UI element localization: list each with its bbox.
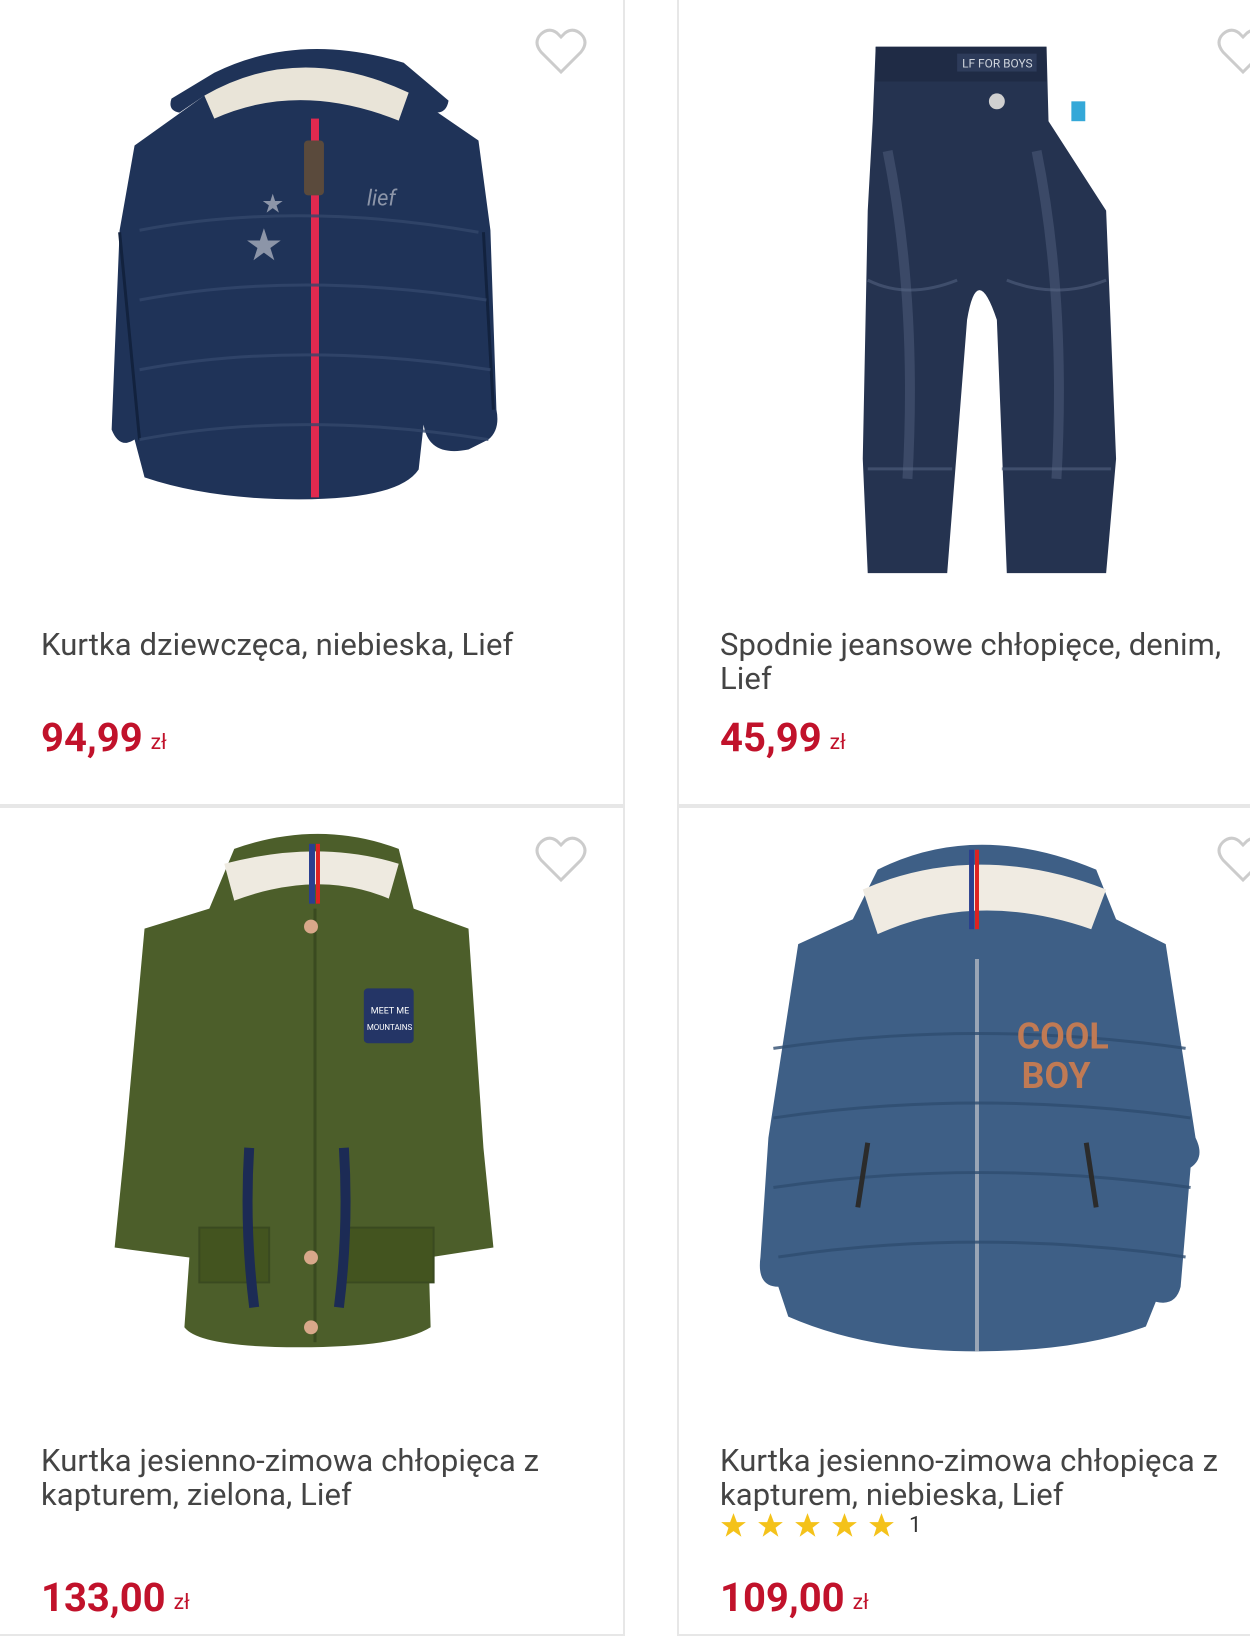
heart-icon[interactable] — [1217, 836, 1250, 884]
svg-text:COOL: COOL — [1017, 1015, 1109, 1057]
rating-stars — [720, 1512, 895, 1539]
product-price: 45,99 zł — [720, 714, 846, 761]
price-currency: zł — [173, 1591, 190, 1615]
heart-icon[interactable] — [535, 836, 587, 884]
svg-text:lief: lief — [367, 186, 399, 211]
heart-icon[interactable] — [1217, 28, 1250, 76]
star-icon — [758, 1513, 783, 1537]
product-rating[interactable]: 1 — [720, 1512, 921, 1539]
svg-text:MOUNTAINS: MOUNTAINS — [367, 1023, 413, 1032]
svg-text:MEET ME: MEET ME — [371, 1006, 409, 1016]
price-currency: zł — [829, 731, 846, 755]
svg-text:BOY: BOY — [1022, 1055, 1092, 1097]
product-name[interactable]: Kurtka jesienno-zimowa chłopięca z kaptu… — [720, 1444, 1250, 1512]
product-card[interactable]: ★ ★ lief Kurtka dziewczęca, niebieska, L… — [0, 0, 625, 806]
product-price: 109,00 zł — [720, 1574, 869, 1621]
product-image[interactable]: LF FOR BOYS — [679, 0, 1250, 600]
price-amount: 45,99 — [720, 714, 822, 761]
price-currency: zł — [150, 731, 167, 755]
svg-text:★: ★ — [244, 219, 283, 271]
svg-text:★: ★ — [261, 189, 284, 219]
product-price: 133,00 zł — [41, 1574, 190, 1621]
price-amount: 94,99 — [41, 714, 143, 761]
product-card[interactable]: COOL BOY Kurtka jesienno-zimowa chłopięc… — [677, 806, 1250, 1636]
star-icon — [869, 1513, 894, 1537]
price-amount: 109,00 — [720, 1574, 845, 1621]
product-name[interactable]: Spodnie jeansowe chłopięce, denim, Lief — [720, 628, 1250, 696]
price-currency: zł — [852, 1591, 869, 1615]
product-card[interactable]: LF FOR BOYS Spodnie jeansowe chłopięce, … — [677, 0, 1250, 806]
svg-text:LF FOR BOYS: LF FOR BOYS — [962, 57, 1033, 71]
product-image[interactable]: MEET ME MOUNTAINS — [0, 808, 623, 1408]
star-icon — [795, 1513, 820, 1537]
product-card[interactable]: MEET ME MOUNTAINS Kurtka jesienno-zimowa… — [0, 806, 625, 1636]
star-icon — [832, 1513, 857, 1537]
heart-icon[interactable] — [535, 28, 587, 76]
product-name[interactable]: Kurtka dziewczęca, niebieska, Lief — [41, 628, 581, 662]
star-icon — [721, 1513, 746, 1537]
review-count: 1 — [909, 1513, 922, 1538]
product-image[interactable]: ★ ★ lief — [0, 0, 623, 600]
product-price: 94,99 zł — [41, 714, 167, 761]
product-image[interactable]: COOL BOY — [679, 808, 1250, 1408]
price-amount: 133,00 — [41, 1574, 166, 1621]
product-name[interactable]: Kurtka jesienno-zimowa chłopięca z kaptu… — [41, 1444, 581, 1512]
